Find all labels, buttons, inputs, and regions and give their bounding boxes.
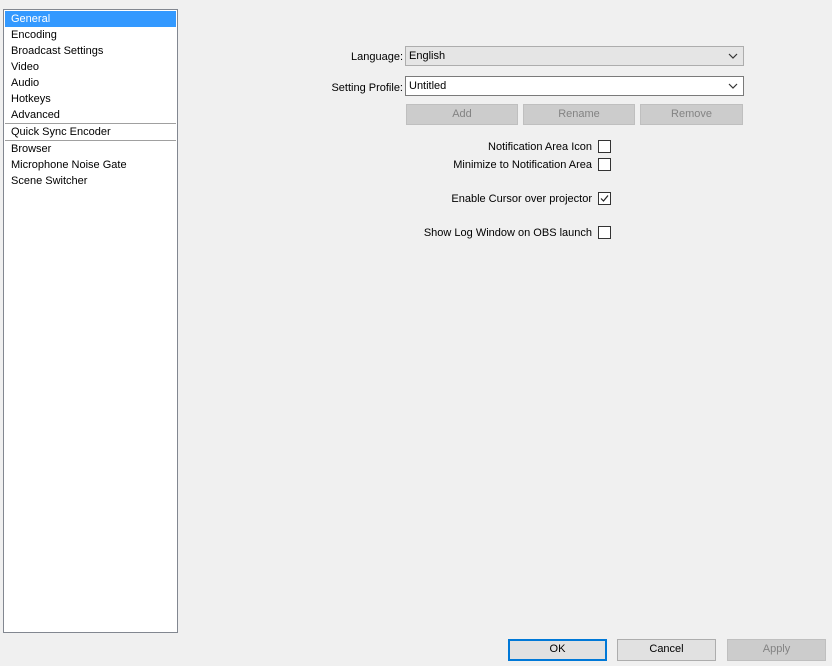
setting-profile-select[interactable]: Untitled [405,76,744,96]
enable-cursor-projector-option[interactable]: Enable Cursor over projector [300,191,611,207]
ok-button[interactable]: OK [508,639,607,661]
setting-profile-value: Untitled [409,80,447,92]
remove-profile-button[interactable]: Remove [640,104,743,125]
sidebar-item-broadcast-settings[interactable]: Broadcast Settings [5,43,176,59]
minimize-to-notification-label: Minimize to Notification Area [453,159,592,171]
notification-area-icon-option[interactable]: Notification Area Icon [300,139,611,155]
sidebar-item-microphone-noise-gate[interactable]: Microphone Noise Gate [5,157,176,173]
settings-category-list[interactable]: General Encoding Broadcast Settings Vide… [3,9,178,633]
enable-cursor-projector-label: Enable Cursor over projector [451,193,592,205]
language-value: English [409,50,446,62]
sidebar-item-quick-sync-encoder[interactable]: Quick Sync Encoder [5,124,176,140]
language-label: Language: [351,51,403,63]
sidebar-item-video[interactable]: Video [5,59,176,75]
notification-area-icon-label: Notification Area Icon [488,141,592,153]
sidebar-item-encoding[interactable]: Encoding [5,27,176,43]
sidebar-item-general[interactable]: General [5,11,176,27]
sidebar-item-browser[interactable]: Browser [5,141,176,157]
add-profile-button[interactable]: Add [406,104,518,125]
sidebar-item-audio[interactable]: Audio [5,75,176,91]
minimize-to-notification-checkbox[interactable] [598,158,611,171]
enable-cursor-projector-checkbox[interactable] [598,192,611,205]
checkmark-icon [600,195,609,202]
apply-button[interactable]: Apply [727,639,826,661]
setting-profile-label: Setting Profile: [331,82,403,94]
show-log-window-option[interactable]: Show Log Window on OBS launch [300,225,611,241]
sidebar-item-scene-switcher[interactable]: Scene Switcher [5,173,176,189]
language-select[interactable]: English [405,46,744,66]
notification-area-icon-checkbox[interactable] [598,140,611,153]
sidebar-item-advanced[interactable]: Advanced [5,107,176,123]
cancel-button[interactable]: Cancel [617,639,716,661]
rename-profile-button[interactable]: Rename [523,104,635,125]
show-log-window-label: Show Log Window on OBS launch [423,227,592,239]
minimize-to-notification-option[interactable]: Minimize to Notification Area [300,157,611,173]
sidebar-item-hotkeys[interactable]: Hotkeys [5,91,176,107]
chevron-down-icon [728,77,738,95]
chevron-down-icon [728,47,738,65]
show-log-window-checkbox[interactable] [598,226,611,239]
